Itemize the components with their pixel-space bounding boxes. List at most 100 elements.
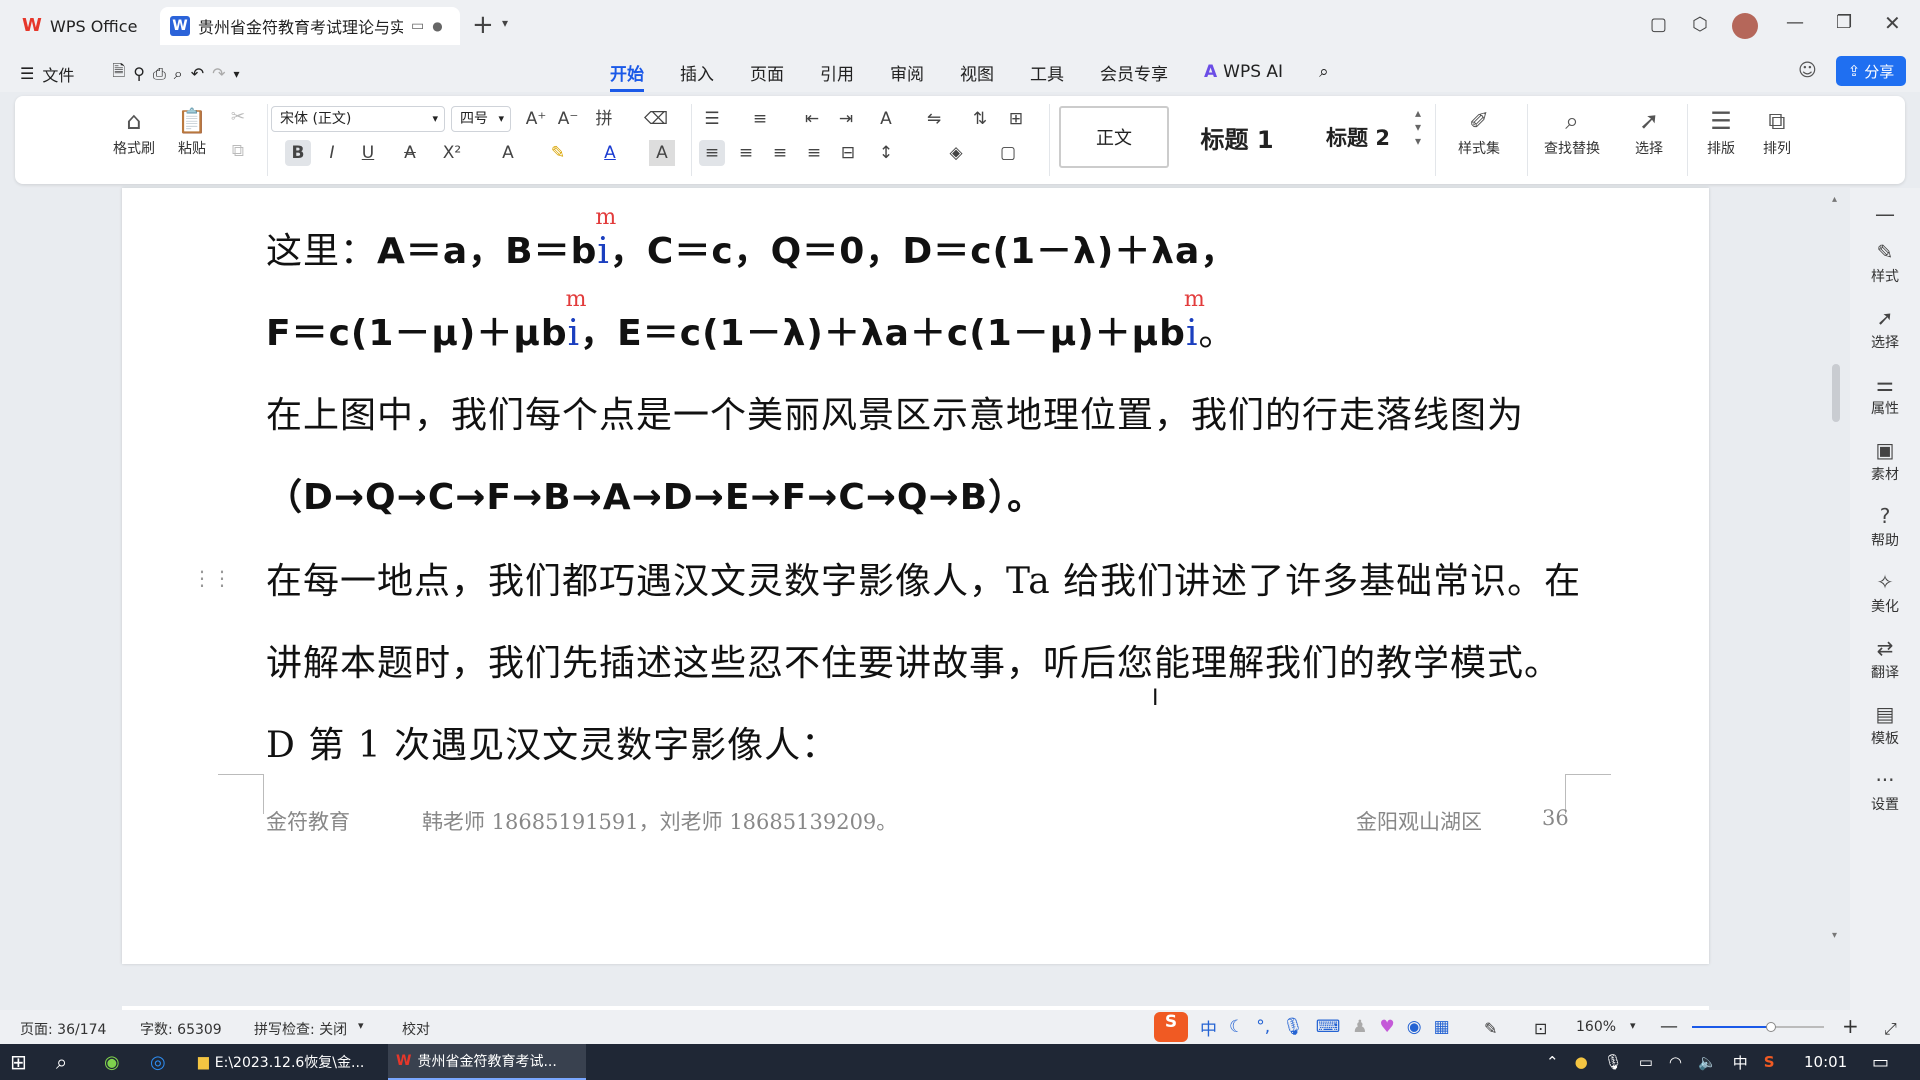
vertical-scrollbar[interactable] <box>1832 364 1840 422</box>
italic-button[interactable]: I <box>319 140 345 166</box>
pen-icon[interactable]: ✎ <box>1484 1019 1497 1038</box>
highlight-icon[interactable]: ✎ <box>545 140 571 166</box>
hamburger-icon[interactable]: ☰ <box>20 64 34 83</box>
copy-icon[interactable]: ⧉ <box>225 138 251 164</box>
document-page[interactable]: 这里：A＝a，B＝bi m ，C＝c，Q＝0，D＝c(1－λ)＋λa， F＝c(1－… <box>122 188 1709 964</box>
align-left-button[interactable]: ≡ <box>699 140 725 166</box>
chinese-layout-icon[interactable]: ⇋ <box>921 106 947 132</box>
superscript-button[interactable]: X² <box>439 140 465 166</box>
ime-toolbar[interactable]: S 中 ☾ °, 🎙 ⌨ ♟ ♥ ◉ ▦ <box>1154 1012 1454 1042</box>
font-color-button[interactable]: A <box>597 140 623 166</box>
tab-view[interactable]: 视图 <box>960 60 994 85</box>
decrease-indent-icon[interactable]: ⇤ <box>799 106 825 132</box>
print-preview-icon[interactable]: ⌕ <box>174 64 183 84</box>
minimize-icon[interactable]: — <box>1786 12 1804 33</box>
shrink-font-icon[interactable]: A⁻ <box>555 106 581 132</box>
chevron-down-icon[interactable]: ▾ <box>234 67 240 81</box>
tab-tools[interactable]: 工具 <box>1030 60 1064 85</box>
style-set-button[interactable]: ✐ 样式集 <box>1439 104 1519 158</box>
align-right-button[interactable]: ≡ <box>767 140 793 166</box>
sidebar-item-properties[interactable]: ⚌ 属性 <box>1850 372 1920 418</box>
underline-button[interactable]: U <box>355 140 381 166</box>
share-button[interactable]: ⇪ 分享 <box>1836 56 1906 86</box>
sidebar-item-help[interactable]: ? 帮助 <box>1850 504 1920 550</box>
sidebar-item-translate[interactable]: ⇄ 翻译 <box>1850 636 1920 682</box>
scroll-up-icon[interactable]: ▴ <box>1832 194 1837 205</box>
text-effect-icon[interactable]: A <box>495 140 521 166</box>
cloud-save-icon[interactable]: ⚲ <box>133 64 145 83</box>
cut-icon[interactable]: ✂ <box>225 104 251 130</box>
chevron-down-icon[interactable]: ▾ <box>1630 1019 1636 1032</box>
grow-font-icon[interactable]: A⁺ <box>523 106 549 132</box>
restore-icon[interactable]: ❐ <box>1836 12 1852 33</box>
zoom-slider-thumb[interactable] <box>1766 1022 1776 1032</box>
border-icon[interactable]: ▢ <box>995 140 1021 166</box>
tab-home[interactable]: 开始 <box>610 60 644 92</box>
paste-button[interactable]: 📋 粘贴 <box>165 104 219 158</box>
scroll-down-icon[interactable]: ▾ <box>1832 930 1837 941</box>
notification-icon[interactable]: ▭ <box>1872 1044 1889 1080</box>
tab-document[interactable]: W 贵州省金符教育考试理论与实践 ▭ ● <box>160 7 460 45</box>
taskbar-app-explorer[interactable]: ▆ E:\2023.12.6恢复\金... <box>190 1044 380 1080</box>
font-name-select[interactable]: 宋体 (正文) ▾ <box>271 106 445 132</box>
redo-icon[interactable]: ↷ <box>212 64 225 83</box>
layout-button[interactable]: ☰ 排版 <box>1691 104 1751 158</box>
proofread-button[interactable]: 校对 <box>402 1019 430 1039</box>
windows-start-icon[interactable]: ⊞ <box>10 1044 27 1080</box>
arrange-button[interactable]: ⧉ 排列 <box>1747 104 1807 158</box>
zoom-slider[interactable] <box>1692 1022 1824 1032</box>
search-icon[interactable]: ⌕ <box>1319 62 1329 82</box>
mic-icon[interactable]: 🎙 <box>1604 1053 1623 1071</box>
search-icon[interactable]: ⌕ <box>56 1044 67 1080</box>
tab-insert[interactable]: 插入 <box>680 60 714 85</box>
sidebar-item-settings[interactable]: ··· 设置 <box>1850 768 1920 814</box>
collapse-icon[interactable]: — <box>1850 202 1920 228</box>
sort-icon[interactable]: ⇅ <box>967 106 993 132</box>
sogou-tray-icon[interactable]: S <box>1764 1053 1775 1071</box>
undo-icon[interactable]: ↶ <box>191 64 204 83</box>
save-icon[interactable]: 🗎 <box>112 60 125 87</box>
sidebar-item-select[interactable]: ➚ 选择 <box>1850 306 1920 352</box>
sidebar-item-style[interactable]: ✎ 样式 <box>1850 240 1920 286</box>
char-shading-button[interactable]: A <box>649 140 675 166</box>
clock[interactable]: 10:01 <box>1804 1044 1847 1080</box>
fit-page-icon[interactable]: ⊡ <box>1534 1019 1547 1038</box>
select-button[interactable]: ➚ 选择 <box>1619 104 1679 158</box>
zoom-out-button[interactable]: — <box>1660 1016 1678 1037</box>
file-menu[interactable]: 文件 <box>42 62 74 86</box>
word-count[interactable]: 字数: 65309 <box>140 1019 222 1039</box>
style-scroll-icon[interactable]: ▴ ▾ ▾ <box>1415 106 1421 148</box>
tab-page[interactable]: 页面 <box>750 60 784 85</box>
fullscreen-icon[interactable]: ⤢ <box>1884 1019 1897 1039</box>
window-layout-icon[interactable]: ▢ <box>1650 14 1667 35</box>
strikethrough-button[interactable]: A <box>397 140 423 166</box>
tab-member[interactable]: 会员专享 <box>1100 60 1168 85</box>
battery-icon[interactable]: ▭ <box>1639 1053 1653 1071</box>
bullet-list-icon[interactable]: ☰ <box>699 106 725 132</box>
sidebar-item-assets[interactable]: ▣ 素材 <box>1850 438 1920 484</box>
monitor-icon[interactable]: ▭ <box>411 18 424 34</box>
avatar[interactable] <box>1732 13 1758 39</box>
close-icon[interactable]: ✕ <box>1884 11 1901 35</box>
zoom-in-button[interactable]: + <box>1842 1014 1859 1038</box>
bold-button[interactable]: B <box>285 140 311 166</box>
sidebar-item-beautify[interactable]: ✧ 美化 <box>1850 570 1920 616</box>
tab-wps-office[interactable]: W WPS Office <box>8 7 153 45</box>
chevron-down-icon[interactable]: ▾ <box>358 1019 364 1032</box>
justify-button[interactable]: ≡ <box>801 140 827 166</box>
search-app-icon[interactable]: ◎ <box>150 1044 166 1080</box>
tab-review[interactable]: 审阅 <box>890 60 924 85</box>
font-size-select[interactable]: 四号 ▾ <box>451 106 511 132</box>
chat-icon[interactable]: ☺ <box>1798 60 1817 81</box>
print-icon[interactable]: ⎙ <box>153 64 166 84</box>
show-marks-icon[interactable]: ⊞ <box>1003 106 1029 132</box>
chevron-down-icon[interactable]: ▾ <box>502 16 508 30</box>
browser-icon[interactable]: ◉ <box>104 1044 120 1080</box>
wifi-icon[interactable]: ◠ <box>1669 1053 1682 1071</box>
shading-icon[interactable]: ◈ <box>943 140 969 166</box>
taskbar-app-wps[interactable]: W 贵州省金符教育考试... <box>388 1044 586 1080</box>
tab-references[interactable]: 引用 <box>820 60 854 85</box>
wps-ai-button[interactable]: A WPS AI <box>1204 62 1283 82</box>
document-area[interactable]: 这里：A＝a，B＝bi m ，C＝c，Q＝0，D＝c(1－λ)＋λa， F＝c(1－… <box>0 188 1850 1018</box>
page-indicator[interactable]: 页面: 36/174 <box>20 1019 106 1039</box>
